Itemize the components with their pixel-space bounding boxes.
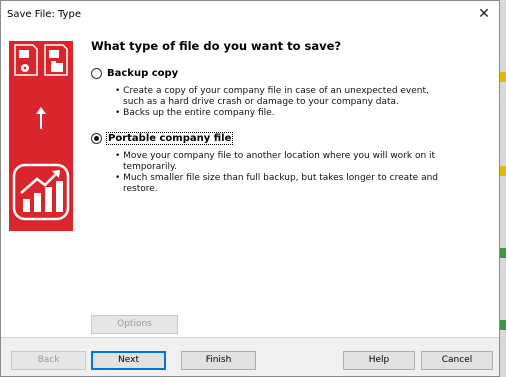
next-button[interactable]: Next	[91, 351, 166, 370]
cancel-button[interactable]: Cancel	[421, 351, 493, 370]
portable-file-description: • Move your company file to another loca…	[115, 151, 445, 195]
backup-copy-radio[interactable]	[91, 68, 102, 79]
backup-copy-label[interactable]: Backup copy	[106, 68, 179, 79]
finish-button[interactable]: Finish	[181, 351, 256, 370]
portable-company-file-label[interactable]: Portable company file	[106, 132, 234, 145]
help-button[interactable]: Help	[343, 351, 415, 370]
backup-copy-option[interactable]: Backup copy	[91, 68, 179, 79]
portable-file-icon	[44, 44, 68, 76]
portable-company-file-radio[interactable]	[91, 133, 102, 144]
close-button[interactable]: ✕	[471, 3, 497, 25]
backup-copy-description: • Create a copy of your company file in …	[115, 86, 445, 119]
growth-chart-icon	[12, 163, 70, 221]
side-illustration-panel	[9, 41, 73, 231]
save-file-dialog: Save File: Type ✕ What type of file do y…	[0, 0, 500, 377]
portable-company-file-option[interactable]: Portable company file	[91, 132, 234, 145]
back-button[interactable]: Back	[11, 351, 86, 370]
portable-file-bullet: • Move your company file to another loca…	[115, 151, 436, 172]
window-title: Save File: Type	[7, 9, 81, 20]
arrow-up-icon	[36, 107, 46, 129]
background-mark	[500, 166, 506, 176]
footer-separator	[1, 337, 499, 338]
title-bar: Save File: Type ✕	[1, 1, 499, 27]
background-mark	[500, 320, 506, 330]
backup-file-icon	[14, 44, 38, 76]
backup-copy-bullet: • Create a copy of your company file in …	[115, 86, 429, 107]
backup-copy-bullet: • Backs up the entire company file.	[115, 108, 275, 118]
options-button[interactable]: Options	[91, 315, 178, 334]
background-mark	[500, 72, 506, 82]
side-illustration	[12, 44, 70, 221]
background-mark	[500, 248, 506, 258]
portable-file-bullet: • Much smaller file size than full backu…	[115, 173, 439, 194]
page-heading: What type of file do you want to save?	[91, 39, 342, 53]
